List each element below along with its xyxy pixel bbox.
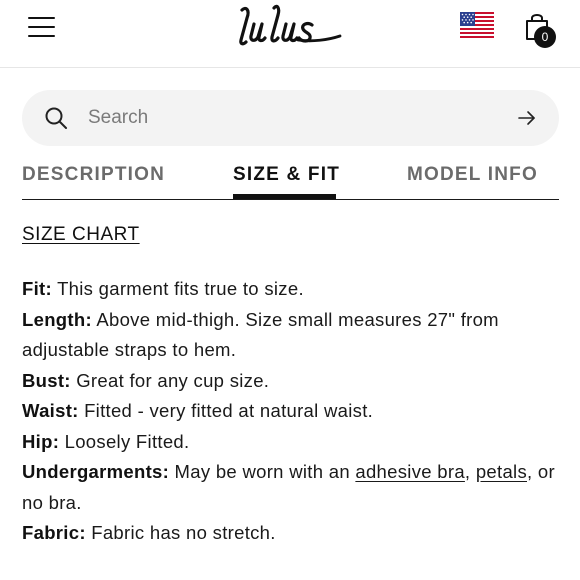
fabric-label: Fabric: [22,522,86,543]
undergarments-separator: , [464,461,471,482]
size-fit-details: Fit: This garment fits true to size. Len… [22,274,562,549]
active-tab-indicator [233,194,336,199]
tab-size-and-fit[interactable]: SIZE & FIT [233,164,340,186]
lulus-logo-mark [239,4,342,46]
size-chart-link[interactable]: SIZE CHART [22,224,140,246]
waist-text: Fitted - very fitted at natural waist. [84,400,374,421]
length-label: Length: [22,308,92,330]
tab-description[interactable]: DESCRIPTION [22,164,165,186]
cart-count-badge: 0 [534,26,556,48]
bust-text: Great for any cup size. [76,369,270,391]
waist-row: Waist: Fitted - very fitted at natural w… [22,396,562,427]
waist-label: Waist: [22,400,79,421]
tab-model-info[interactable]: MODEL INFO [407,164,538,186]
petals-link[interactable]: petals [476,461,527,482]
fabric-text: Fabric has no stretch. [91,522,276,543]
us-flag-icon[interactable] [460,12,494,38]
hip-row: Hip: Loosely Fitted. [22,427,562,458]
arrow-right-icon[interactable] [517,108,537,128]
fit-label: Fit: [22,278,52,299]
search-input[interactable] [88,104,488,132]
undergarments-text: May be worn with an [174,461,350,482]
product-info-tabs: DESCRIPTION SIZE & FIT MODEL INFO [22,160,559,200]
adhesive-bra-link[interactable]: adhesive bra [355,461,465,482]
hamburger-menu-icon[interactable] [28,16,56,40]
bust-row: Bust: Great for any cup size. [22,366,562,397]
shopping-bag-button[interactable]: 0 [520,10,560,48]
fabric-row: Fabric: Fabric has no stretch. [22,518,562,549]
hip-text: Loosely Fitted. [64,430,190,452]
search-icon [45,107,67,129]
lulus-logo[interactable] [232,0,350,56]
search-bar[interactable] [22,90,559,146]
undergarments-row: Undergarments: May be worn with an adhes… [22,457,562,518]
site-header: 0 [0,0,580,68]
fit-row: Fit: This garment fits true to size. [22,274,562,305]
hip-label: Hip: [22,430,60,452]
fit-text: This garment fits true to size. [57,278,304,299]
undergarments-label: Undergarments: [22,461,170,482]
bust-label: Bust: [22,369,71,391]
length-text: Above mid-thigh. Size small measures 27"… [22,308,499,361]
length-row: Length: Above mid-thigh. Size small meas… [22,305,562,366]
